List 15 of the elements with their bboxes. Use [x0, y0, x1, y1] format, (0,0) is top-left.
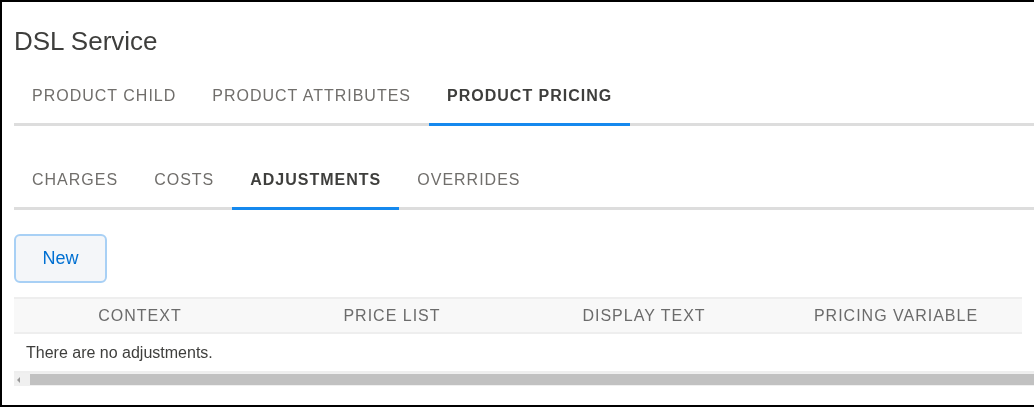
horizontal-scrollbar[interactable] — [14, 373, 1034, 386]
column-header: DISPLAY TEXT — [581, 305, 707, 326]
column-header: PRICE LIST — [342, 305, 442, 326]
column-header: CONTEXT — [97, 305, 183, 326]
tab[interactable]: PRODUCT ATTRIBUTES — [194, 68, 430, 126]
tab[interactable]: ADJUSTMENTS — [232, 152, 400, 210]
tab[interactable]: PRODUCT CHILD — [14, 68, 195, 126]
column-header: PRICING VARIABLE — [812, 305, 980, 326]
tab[interactable]: COSTS — [136, 152, 233, 210]
tab[interactable]: OVERRIDES — [399, 152, 539, 210]
page-title: DSL Service — [14, 25, 159, 58]
new-button[interactable]: New — [14, 234, 107, 283]
empty-message: There are no adjustments. — [26, 342, 213, 363]
tab[interactable]: CHARGES — [14, 152, 137, 210]
tab[interactable]: PRODUCT PRICING — [429, 68, 631, 126]
